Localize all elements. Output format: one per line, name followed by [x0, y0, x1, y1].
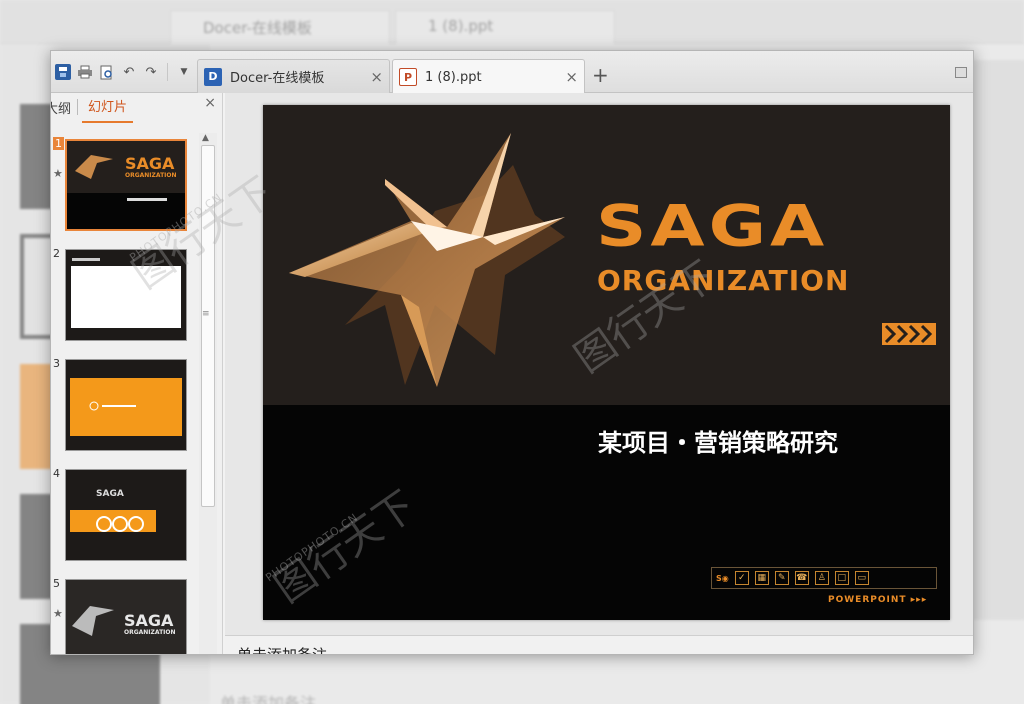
thumbnail-number: 3	[53, 357, 60, 370]
new-tab-button[interactable]: +	[592, 63, 609, 87]
ppt-file-icon: P	[399, 68, 417, 86]
person-icon: ♙	[814, 571, 829, 585]
notes-placeholder[interactable]: 单击添加备注	[237, 644, 327, 654]
scroll-grip-icon: ≡	[202, 309, 210, 319]
scroll-thumb[interactable]	[201, 145, 215, 507]
tab-outline[interactable]: 大纲	[51, 98, 77, 123]
tab-ppt-close-icon[interactable]: ×	[565, 68, 578, 86]
footer-logo-icon: S◉	[716, 573, 729, 583]
customize-dropdown-icon[interactable]: ▼	[176, 64, 192, 80]
thumbnail-row[interactable]: 4 SAGA	[51, 467, 199, 567]
star-icon: ★	[53, 607, 63, 620]
powerpoint-label: POWERPOINT ▸▸▸	[828, 595, 928, 605]
slide-thumbnail[interactable]: SAGA	[65, 469, 187, 561]
slide-editing-area: SAGA ORGANIZATION 某项目・营销策略研究 S◉ ✓ ▦ ✎ ☎ …	[225, 93, 973, 635]
thumbnail-number: 5	[53, 577, 60, 590]
background-notes: 单击添加备注	[220, 694, 317, 704]
thumbnail-row[interactable]: 5 ★ SAGA ORGANIZATION	[51, 577, 199, 654]
background-tabbar: Docer-在线模板 1 (8).ppt	[0, 0, 1024, 44]
svg-text:SAGA: SAGA	[96, 489, 124, 499]
slide-thumbnail[interactable]	[65, 359, 187, 451]
tab-docer[interactable]: D Docer-在线模板 ×	[197, 59, 390, 93]
undo-icon[interactable]: ↶	[121, 64, 137, 80]
slide-thumbnail[interactable]	[65, 249, 187, 341]
tab-docer-label: Docer-在线模板	[230, 71, 325, 86]
thumbnail-number: 2	[53, 247, 60, 260]
docer-icon: D	[204, 67, 222, 86]
monitor-icon: ▭	[854, 571, 869, 585]
pen-icon: ✎	[774, 571, 789, 585]
phone-icon: ☎	[794, 571, 809, 585]
tab-slides[interactable]: 幻灯片	[82, 96, 134, 123]
star-logo-graphic	[289, 133, 565, 387]
brand-title: SAGA	[596, 192, 829, 260]
sidebar-tabs: 大纲 幻灯片	[51, 93, 223, 123]
window-restore-icon[interactable]	[955, 67, 967, 78]
check-icon: ✓	[734, 571, 749, 585]
svg-text:ORGANIZATION: ORGANIZATION	[125, 172, 177, 179]
tab-docer-close-icon[interactable]: ×	[370, 68, 383, 86]
scroll-up-icon[interactable]: ▲	[202, 133, 209, 143]
quick-access-toolbar: ↶ ↷ ▼	[55, 63, 192, 81]
slide-thumbnail[interactable]: SAGA ORGANIZATION	[65, 139, 187, 231]
tab-bar: ↶ ↷ ▼ D Docer-在线模板 × P 1 (8).ppt × +	[51, 51, 973, 94]
notes-pane[interactable]: 单击添加备注	[225, 635, 973, 654]
slide-thumbnail[interactable]: SAGA ORGANIZATION	[65, 579, 187, 654]
print-preview-icon[interactable]	[99, 64, 115, 80]
background-tab-ppt: 1 (8).ppt	[395, 10, 615, 44]
svg-text:SAGA: SAGA	[125, 154, 175, 173]
save-icon[interactable]	[55, 64, 71, 80]
print-icon[interactable]	[77, 64, 93, 80]
svg-text:ORGANIZATION: ORGANIZATION	[124, 629, 176, 636]
app-window: ↶ ↷ ▼ D Docer-在线模板 × P 1 (8).ppt × + 大纲 …	[50, 50, 974, 655]
thumbnail-scrollbar[interactable]: ▲ ≡	[199, 133, 217, 654]
tab-ppt[interactable]: P 1 (8).ppt ×	[392, 59, 585, 94]
sidebar-tab-separator	[77, 99, 79, 115]
brand-subtitle: ORGANIZATION	[597, 264, 850, 297]
toolbar-separator	[167, 63, 168, 81]
star-icon: ★	[53, 167, 63, 180]
thumbnail-row[interactable]: 3	[51, 357, 199, 457]
slide-heading: 某项目・营销策略研究	[598, 429, 838, 457]
tab-ppt-label: 1 (8).ppt	[425, 69, 482, 85]
slide-footer-iconbar: S◉ ✓ ▦ ✎ ☎ ♙ □ ▭	[711, 567, 937, 589]
current-slide[interactable]: SAGA ORGANIZATION 某项目・营销策略研究 S◉ ✓ ▦ ✎ ☎ …	[263, 105, 950, 620]
thumbnail-row[interactable]: 1 ★ SAGA ORGANIZATION	[51, 137, 199, 237]
redo-icon[interactable]: ↷	[143, 64, 159, 80]
chevron-arrows-icon	[882, 323, 936, 345]
square-icon: □	[834, 571, 849, 585]
thumbnail-number: 4	[53, 467, 60, 480]
slide-sidebar: 大纲 幻灯片 × 1 ★ SAGA ORGANIZATION	[51, 93, 223, 654]
thumbnail-number: 1	[53, 137, 64, 150]
chart-icon: ▦	[754, 571, 769, 585]
thumbnail-row[interactable]: 2	[51, 247, 199, 347]
background-tab-docer: Docer-在线模板	[170, 10, 390, 44]
svg-text:SAGA: SAGA	[124, 611, 174, 630]
sidebar-close-icon[interactable]: ×	[204, 95, 216, 111]
thumbnail-list: 1 ★ SAGA ORGANIZATION 2 3 4 SAGA 5 ★ SAG…	[51, 133, 199, 654]
